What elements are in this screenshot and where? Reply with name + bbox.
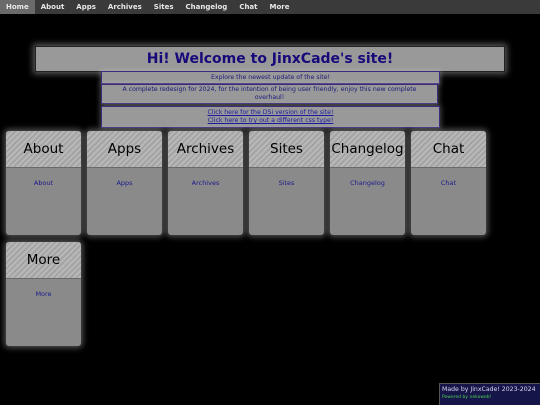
card-title: More — [26, 252, 61, 268]
nav-more[interactable]: More — [264, 0, 296, 14]
top-navigation: Home About Apps Archives Sites Changelog… — [0, 0, 540, 14]
card-header: Chat — [411, 131, 486, 168]
card-link-apps[interactable]: Apps — [87, 179, 162, 187]
card-link-sites[interactable]: Sites — [249, 179, 324, 187]
powered-by-link[interactable]: Powered by nekoweb! — [442, 395, 538, 400]
card-title: Chat — [432, 141, 465, 157]
card-link-changelog[interactable]: Changelog — [330, 179, 405, 187]
card-header: Apps — [87, 131, 162, 168]
nav-chat[interactable]: Chat — [233, 0, 263, 14]
card-about[interactable]: About About — [6, 131, 81, 235]
card-header: Sites — [249, 131, 324, 168]
dsi-version-link[interactable]: Click here for the DSi version of the si… — [208, 109, 334, 117]
nav-about[interactable]: About — [35, 0, 71, 14]
card-more[interactable]: More More — [6, 242, 81, 346]
card-link-archives[interactable]: Archives — [168, 179, 243, 187]
redesign-text: A complete redesign for 2024, for the in… — [122, 86, 417, 101]
nav-home[interactable]: Home — [0, 0, 35, 14]
card-title: Changelog — [331, 141, 404, 157]
card-title: Archives — [176, 141, 235, 157]
card-header: Changelog — [330, 131, 405, 168]
card-sites[interactable]: Sites Sites — [249, 131, 324, 235]
card-title: Apps — [107, 141, 142, 157]
nav-archives[interactable]: Archives — [102, 0, 148, 14]
card-link-more[interactable]: More — [6, 290, 81, 298]
card-title: Sites — [270, 141, 303, 157]
card-title: About — [23, 141, 64, 157]
card-apps[interactable]: Apps Apps — [87, 131, 162, 235]
page-title: Hi! Welcome to JinxCade's site! — [146, 51, 394, 67]
card-chat[interactable]: Chat Chat — [411, 131, 486, 235]
nav-apps[interactable]: Apps — [70, 0, 102, 14]
css-type-link[interactable]: Click here to try out a different css ty… — [208, 117, 334, 125]
card-link-about[interactable]: About — [6, 179, 81, 187]
made-by-text: Made by JinxCade! 2023-2024 — [442, 386, 536, 393]
card-header: About — [6, 131, 81, 168]
footer-badge: Made by JinxCade! 2023-2024 Powered by n… — [439, 383, 540, 405]
card-archives[interactable]: Archives Archives — [168, 131, 243, 235]
nav-changelog[interactable]: Changelog — [180, 0, 234, 14]
nav-sites[interactable]: Sites — [148, 0, 180, 14]
welcome-banner: Hi! Welcome to JinxCade's site! — [35, 46, 505, 72]
card-changelog[interactable]: Changelog Changelog — [330, 131, 405, 235]
links-box: Click here for the DSi version of the si… — [101, 106, 440, 128]
card-header: More — [6, 242, 81, 279]
update-notice: Explore the newest update of the site! — [101, 71, 440, 84]
card-link-chat[interactable]: Chat — [411, 179, 486, 187]
update-text: Explore the newest update of the site! — [211, 73, 330, 81]
redesign-notice: A complete redesign for 2024, for the in… — [101, 84, 438, 104]
card-header: Archives — [168, 131, 243, 168]
